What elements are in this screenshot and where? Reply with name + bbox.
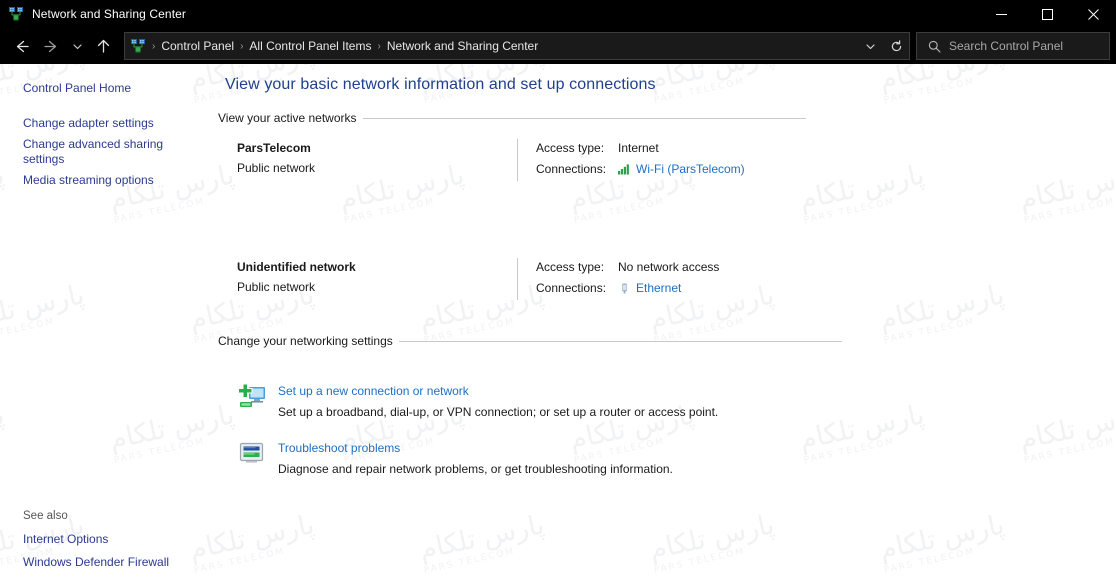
network-details: Access type: Internet Connections: Wi-Fi… bbox=[536, 139, 1116, 181]
up-arrow-icon[interactable] bbox=[88, 31, 118, 61]
forward-arrow-icon[interactable] bbox=[36, 31, 66, 61]
sidebar-item-change-advanced-sharing-settings[interactable]: Change advanced sharing settings bbox=[0, 134, 217, 170]
network-identity: Unidentified network Public network bbox=[217, 258, 517, 296]
network-name: ParsTelecom bbox=[237, 141, 311, 155]
access-type-field: Access type: No network access bbox=[536, 258, 1116, 279]
search-box[interactable] bbox=[916, 32, 1110, 60]
breadcrumb-separator: › bbox=[377, 40, 381, 52]
window-controls bbox=[978, 0, 1116, 28]
section-divider bbox=[362, 117, 806, 119]
connections-field: Connections: Ethernet bbox=[536, 279, 1116, 300]
access-type-value: No network access bbox=[618, 260, 720, 274]
refresh-icon[interactable] bbox=[883, 34, 909, 58]
active-networks-table: ParsTelecom Public network Access type: … bbox=[217, 139, 1116, 314]
address-network-sharing-center-icon bbox=[130, 38, 146, 54]
window-title: Network and Sharing Center bbox=[32, 7, 187, 21]
breadcrumb-separator: › bbox=[152, 40, 156, 52]
task-description: Set up a broadband, dial-up, or VPN conn… bbox=[278, 405, 719, 419]
connections-label: Connections: bbox=[536, 162, 607, 176]
address-chevron-down-icon[interactable] bbox=[857, 34, 883, 58]
minimize-button[interactable] bbox=[978, 0, 1024, 28]
table-row: ParsTelecom Public network Access type: … bbox=[217, 139, 1116, 195]
access-type-value: Internet bbox=[618, 141, 659, 155]
network-sharing-center-window: Network and Sharing Center › Control Pan… bbox=[0, 0, 1116, 585]
active-networks-title: View your active networks bbox=[218, 111, 357, 125]
wifi-signal-icon bbox=[618, 163, 631, 175]
sidebar-item-media-streaming-options[interactable]: Media streaming options bbox=[0, 170, 217, 191]
breadcrumb-item-network-and-sharing-center[interactable]: Network and Sharing Center bbox=[383, 37, 542, 55]
close-button[interactable] bbox=[1070, 0, 1116, 28]
connection-link-ethernet[interactable]: Ethernet bbox=[636, 279, 681, 297]
network-name: Unidentified network bbox=[237, 260, 356, 274]
breadcrumb-item-control-panel[interactable]: Control Panel bbox=[157, 37, 238, 55]
access-type-label: Access type: bbox=[536, 260, 605, 274]
active-networks-header: View your active networks bbox=[217, 111, 1116, 125]
networking-settings-header: Change your networking settings bbox=[217, 334, 1116, 348]
network-sharing-center-icon bbox=[8, 6, 24, 22]
sidebar-item-windows-defender-firewall[interactable]: Windows Defender Firewall bbox=[0, 551, 217, 574]
see-also-section: See also Internet Options Windows Defend… bbox=[0, 510, 217, 574]
connections-field: Connections: Wi-Fi (ParsTelecom) bbox=[536, 160, 1116, 181]
content-area: پارس تلکامPARS TELECOM پارس تلکامPARS TE… bbox=[0, 64, 1116, 585]
breadcrumb: › Control Panel › All Control Panel Item… bbox=[150, 37, 857, 55]
task-link-set-up-a-new-connection[interactable]: Set up a new connection or network bbox=[278, 383, 469, 400]
network-details: Access type: No network access Connectio… bbox=[536, 258, 1116, 300]
connection-link-wifi[interactable]: Wi-Fi (ParsTelecom) bbox=[636, 160, 745, 178]
networking-settings-title: Change your networking settings bbox=[218, 334, 393, 348]
back-arrow-icon[interactable] bbox=[6, 31, 36, 61]
new-connection-icon bbox=[237, 381, 269, 418]
networking-settings-section: Change your networking settings Set up a… bbox=[217, 314, 1116, 478]
table-row: Unidentified network Public network Acce… bbox=[217, 195, 1116, 314]
access-type-label: Access type: bbox=[536, 141, 605, 155]
connections-label: Connections: bbox=[536, 281, 607, 295]
row-divider bbox=[517, 139, 518, 181]
maximize-button[interactable] bbox=[1024, 0, 1070, 28]
active-networks-section: View your active networks ParsTelecom Pu… bbox=[217, 111, 1116, 314]
sidebar-item-control-panel-home[interactable]: Control Panel Home bbox=[0, 78, 217, 99]
address-bar-actions bbox=[857, 34, 909, 58]
troubleshoot-icon bbox=[237, 438, 269, 475]
title-bar: Network and Sharing Center bbox=[0, 0, 1116, 28]
task-link-troubleshoot-problems[interactable]: Troubleshoot problems bbox=[278, 440, 400, 457]
access-type-field: Access type: Internet bbox=[536, 139, 1116, 160]
network-profile-type: Public network bbox=[237, 161, 316, 175]
search-icon bbox=[925, 40, 943, 53]
list-item[interactable]: Troubleshoot problems Diagnose and repai… bbox=[217, 421, 1116, 478]
breadcrumb-item-all-control-panel-items[interactable]: All Control Panel Items bbox=[245, 37, 375, 55]
network-identity: ParsTelecom Public network bbox=[217, 139, 517, 177]
breadcrumb-separator: › bbox=[240, 40, 244, 52]
row-divider bbox=[517, 258, 518, 300]
navigation-bar: › Control Panel › All Control Panel Item… bbox=[0, 28, 1116, 64]
task-list: Set up a new connection or network Set u… bbox=[217, 368, 1116, 478]
sidebar-item-internet-options[interactable]: Internet Options bbox=[0, 528, 217, 551]
section-divider bbox=[398, 340, 842, 342]
list-item[interactable]: Set up a new connection or network Set u… bbox=[217, 368, 1116, 421]
recent-locations-chevron-down-icon[interactable] bbox=[66, 31, 88, 61]
page-title: View your basic network information and … bbox=[225, 76, 656, 93]
task-description: Diagnose and repair network problems, or… bbox=[278, 462, 673, 476]
ethernet-port-icon bbox=[618, 282, 631, 295]
network-profile-type: Public network bbox=[237, 280, 316, 294]
see-also-label: See also bbox=[23, 510, 68, 522]
sidebar-item-change-adapter-settings[interactable]: Change adapter settings bbox=[0, 113, 217, 134]
address-bar[interactable]: › Control Panel › All Control Panel Item… bbox=[124, 32, 910, 60]
main-panel: View your basic network information and … bbox=[217, 64, 1116, 585]
sidebar: Control Panel Home Change adapter settin… bbox=[0, 64, 217, 585]
search-input[interactable] bbox=[949, 39, 1109, 53]
